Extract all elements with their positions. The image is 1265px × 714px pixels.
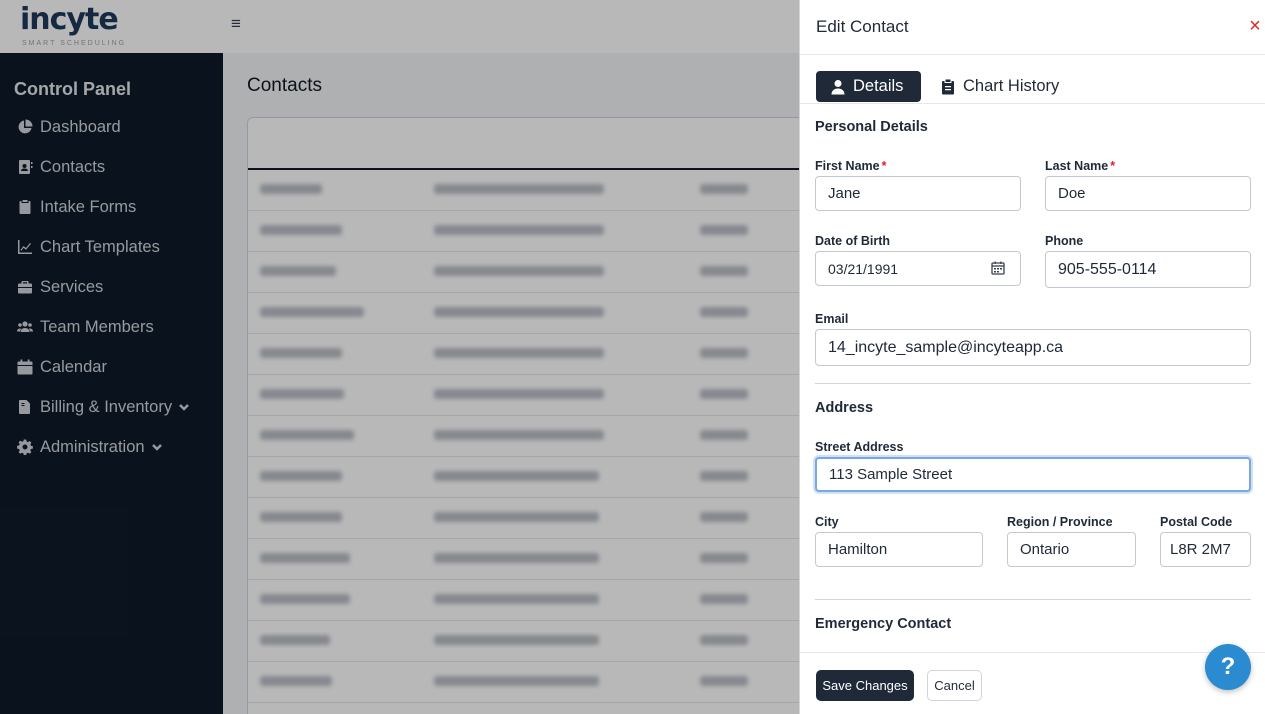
user-icon (831, 79, 845, 94)
phone-label: Phone (1045, 234, 1084, 248)
required-marker: * (1110, 159, 1116, 173)
clipboard-icon (942, 79, 954, 94)
email-field[interactable] (815, 329, 1251, 366)
calendar-icon[interactable] (991, 261, 1005, 275)
drawer-title: Edit Contact (816, 17, 909, 36)
cancel-button[interactable]: Cancel (927, 670, 982, 701)
drawer-tabs: Details Chart History (800, 55, 1265, 104)
first-name-label: First Name * (815, 159, 886, 173)
city-field[interactable] (815, 532, 983, 567)
postal-code-label: Postal Code (1160, 515, 1233, 529)
last-name-label: Last Name * (1045, 159, 1115, 173)
label-text: Last Name (1045, 159, 1109, 173)
close-icon[interactable]: × (1247, 16, 1263, 36)
street-address-label: Street Address (815, 440, 904, 454)
region-province-field[interactable] (1007, 532, 1136, 567)
dob-label: Date of Birth (815, 234, 890, 248)
section-address: Address (815, 400, 874, 416)
label-text: First Name (815, 159, 880, 173)
last-name-field[interactable] (1045, 176, 1251, 211)
section-divider (815, 383, 1251, 384)
tab-details[interactable]: Details (816, 71, 921, 102)
postal-code-field[interactable] (1160, 532, 1251, 567)
tab-label: Details (853, 77, 904, 95)
required-marker: * (881, 159, 887, 173)
section-personal-details: Personal Details (815, 119, 928, 135)
help-button[interactable]: ? (1205, 644, 1251, 690)
tab-chart-history[interactable]: Chart History (938, 71, 1059, 102)
edit-contact-drawer: Edit Contact × Details Chart History Per… (799, 0, 1265, 714)
section-emergency-contact: Emergency Contact (815, 616, 952, 632)
phone-field[interactable] (1045, 251, 1251, 288)
drawer-footer: Save Changes Cancel (800, 652, 1265, 714)
drawer-header: Edit Contact × (800, 0, 1265, 55)
tab-label: Chart History (963, 77, 1060, 95)
first-name-field[interactable] (815, 176, 1021, 211)
email-label: Email (815, 312, 849, 326)
city-label: City (815, 515, 839, 529)
street-address-field[interactable] (815, 457, 1251, 492)
contact-form: Personal Details First Name* Last Name* … (800, 105, 1265, 651)
save-changes-button[interactable]: Save Changes (816, 670, 914, 701)
region-label: Region / Province (1007, 515, 1113, 529)
section-divider (815, 599, 1251, 600)
